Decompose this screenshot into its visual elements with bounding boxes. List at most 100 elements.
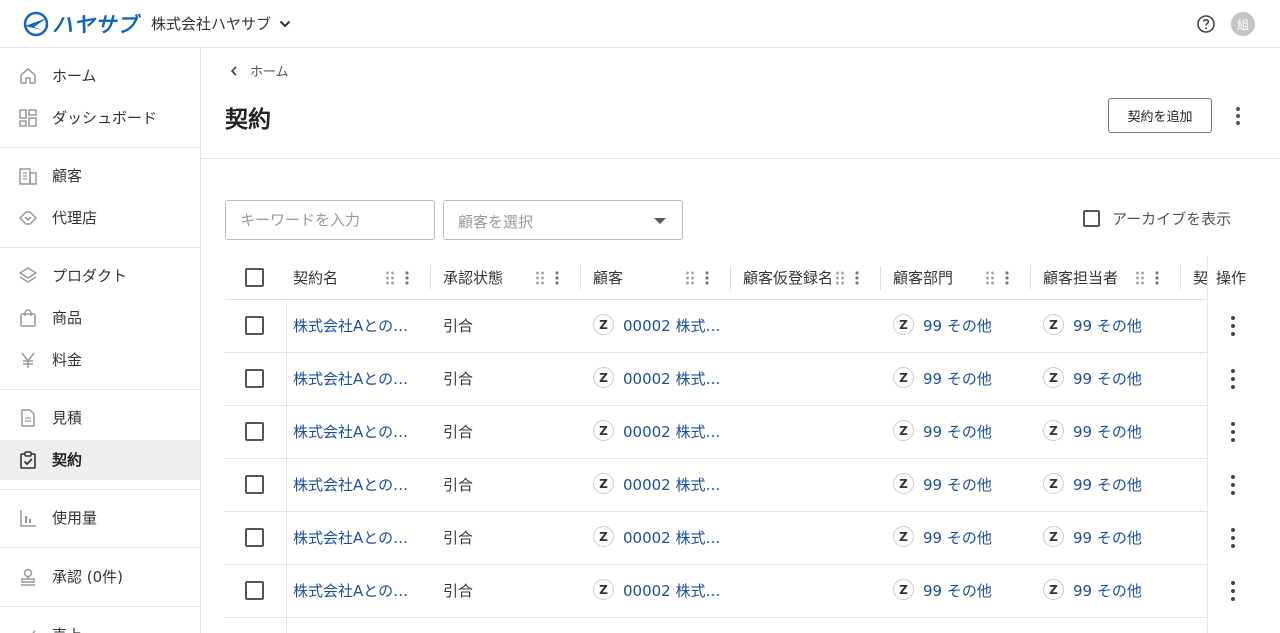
sidebar-item-agency[interactable]: 代理店 [0, 198, 200, 238]
table-row[interactable]: 株式会社Aとの… 引合 Z 00002 株式… Z 99 その他 Z 99 その他 [225, 406, 1256, 459]
sidebar-item-item[interactable]: 商品 [0, 298, 200, 338]
sidebar-divider [0, 547, 200, 548]
customer-rep-link[interactable]: Z 99 その他 [1043, 406, 1178, 458]
column-resize-handle[interactable] [1030, 266, 1031, 290]
sidebar-item-usage[interactable]: 使用量 [0, 498, 200, 538]
column-resize-handle[interactable] [880, 266, 881, 290]
column-header-customer-dept[interactable]: 顧客部門 [893, 256, 983, 300]
more-vertical-icon[interactable] [1228, 104, 1248, 128]
row-checkbox[interactable] [245, 475, 264, 494]
customer-dept-link[interactable]: Z 99 その他 [893, 512, 1028, 564]
row-more-icon[interactable] [1225, 314, 1241, 338]
sidebar-item-product[interactable]: プロダクト [0, 256, 200, 296]
add-contract-button[interactable]: 契約を追加 [1108, 98, 1212, 133]
column-resize-handle[interactable] [580, 266, 581, 290]
column-resize-handle[interactable] [1180, 266, 1181, 290]
sidebar-item-approval[interactable]: 承認 (0件) [0, 557, 200, 597]
column-header-customer[interactable]: 顧客 [593, 256, 683, 300]
column-menu-icon[interactable] [404, 270, 410, 286]
sidebar-item-quote[interactable]: 見積 [0, 398, 200, 438]
company-switcher[interactable]: 株式会社ハヤサブ [151, 13, 291, 34]
row-checkbox[interactable] [245, 316, 264, 335]
customer-dept-link[interactable]: Z 99 その他 [893, 565, 1028, 617]
customer-rep-link[interactable]: Z 99 その他 [1043, 512, 1178, 564]
archive-label: アーカイブを表示 [1112, 210, 1232, 228]
column-menu-icon[interactable] [554, 270, 560, 286]
row-more-icon[interactable] [1225, 420, 1241, 444]
sidebar-item-sales[interactable]: 売上 [0, 615, 200, 633]
table-row[interactable]: 株式会社Aとの… 引合 Z 00002 株式… Z 99 その他 Z 99 その他 [225, 459, 1256, 512]
row-checkbox[interactable] [245, 581, 264, 600]
sidebar-item-price[interactable]: 料金 [0, 340, 200, 380]
customer-dept-link[interactable]: Z 99 その他 [893, 459, 1028, 511]
customer-link[interactable]: Z 00002 株式… [593, 459, 728, 511]
column-resize-handle[interactable] [730, 266, 731, 290]
row-checkbox[interactable] [245, 422, 264, 441]
column-menu-icon[interactable] [1004, 270, 1010, 286]
row-more-icon[interactable] [1225, 579, 1241, 603]
column-menu-icon[interactable] [704, 270, 710, 286]
table-row[interactable]: 株式会社Aとの… 引合 Z 00002 株式… Z 99 その他 Z 99 その他 [225, 353, 1256, 406]
table-row[interactable]: 株式会社Aとの… 引合 Z 00002 株式… Z 99 その他 Z 99 その他 [225, 300, 1256, 353]
column-header-customer-rep[interactable]: 顧客担当者 [1043, 256, 1133, 300]
app-logo[interactable]: ハヤサブ [22, 9, 138, 39]
column-resize-handle[interactable] [430, 266, 431, 290]
table-row[interactable]: 株式会社Aとの… 引合 Z 00002 株式… Z 99 その他 Z 99 その他 [225, 512, 1256, 565]
column-header-contract-name[interactable]: 契約名 [293, 256, 383, 300]
breadcrumb-home[interactable]: ホーム [250, 61, 289, 80]
row-more-icon[interactable] [1225, 526, 1241, 550]
table-row[interactable]: 株式会社Aとの… 引合 Z 00002 株式… Z 99 その他 Z 99 その他 [225, 565, 1256, 618]
column-menu-icon[interactable] [1154, 270, 1160, 286]
customer-link[interactable]: Z 00002 株式… [593, 512, 728, 564]
row-more-icon[interactable] [1225, 473, 1241, 497]
customer-link[interactable]: Z 00002 株式… [593, 300, 728, 352]
contract-name-link[interactable]: 株式会社Aとの… [293, 300, 423, 352]
customer-link[interactable]: Z 00002 株式… [593, 406, 728, 458]
customer-rep-link[interactable]: Z 99 その他 [1043, 300, 1178, 352]
contract-name-link[interactable]: 株式会社Aとの… [293, 459, 423, 511]
drag-handle-icon[interactable] [685, 270, 695, 286]
select-all-checkbox[interactable] [245, 268, 264, 287]
sidebar-item-contract[interactable]: 契約 [0, 440, 200, 480]
customer-badge: Z [593, 579, 614, 600]
contract-name-link[interactable]: 株式会社Aとの… [293, 512, 423, 564]
customer-dept-link[interactable]: Z 99 その他 [893, 406, 1028, 458]
sidebar-item-customer[interactable]: 顧客 [0, 156, 200, 196]
contracts-table: 契約名 承認状態 顧客 顧客仮登録名 顧客部門 顧客担当者 契 操作 株式会社A… [225, 256, 1256, 633]
sidebar-divider [0, 606, 200, 607]
sidebar-item-home[interactable]: ホーム [0, 56, 200, 96]
header-divider [201, 158, 1280, 159]
row-more-icon[interactable] [1225, 367, 1241, 391]
customer-rep-link[interactable]: Z 99 その他 [1043, 565, 1178, 617]
archive-toggle[interactable]: アーカイブを表示 [1083, 208, 1231, 229]
customer-select[interactable]: 顧客を選択 [443, 200, 683, 240]
row-checkbox[interactable] [245, 369, 264, 388]
column-header-customer-temp-name[interactable]: 顧客仮登録名 [743, 256, 831, 300]
column-header-approval-status[interactable]: 承認状態 [443, 256, 533, 300]
dept-badge: Z [893, 473, 914, 494]
drag-handle-icon[interactable] [1135, 270, 1145, 286]
breadcrumb[interactable]: ホーム [230, 61, 289, 80]
customer-dept-link[interactable]: Z 99 その他 [893, 300, 1028, 352]
archive-checkbox[interactable] [1083, 210, 1100, 227]
row-checkbox[interactable] [245, 528, 264, 547]
drag-handle-icon[interactable] [385, 270, 395, 286]
drag-handle-icon[interactable] [985, 270, 995, 286]
customer-link[interactable]: Z 00002 株式… [593, 353, 728, 405]
sidebar-item-dashboard[interactable]: ダッシュボード [0, 98, 200, 138]
contract-name-link[interactable]: 株式会社Aとの… [293, 565, 423, 617]
help-icon[interactable] [1196, 14, 1216, 34]
contract-name-link[interactable]: 株式会社Aとの… [293, 406, 423, 458]
customer-dept-link[interactable]: Z 99 その他 [893, 353, 1028, 405]
avatar[interactable]: 組 [1231, 12, 1255, 36]
dept-badge: Z [893, 420, 914, 441]
sidebar-item-label: ホーム [52, 67, 97, 85]
drag-handle-icon[interactable] [835, 270, 845, 286]
contract-name-link[interactable]: 株式会社Aとの… [293, 353, 423, 405]
customer-rep-link[interactable]: Z 99 その他 [1043, 353, 1178, 405]
keyword-search-input[interactable] [225, 200, 435, 240]
customer-rep-link[interactable]: Z 99 その他 [1043, 459, 1178, 511]
column-menu-icon[interactable] [854, 270, 860, 286]
drag-handle-icon[interactable] [535, 270, 545, 286]
customer-link[interactable]: Z 00002 株式… [593, 565, 728, 617]
